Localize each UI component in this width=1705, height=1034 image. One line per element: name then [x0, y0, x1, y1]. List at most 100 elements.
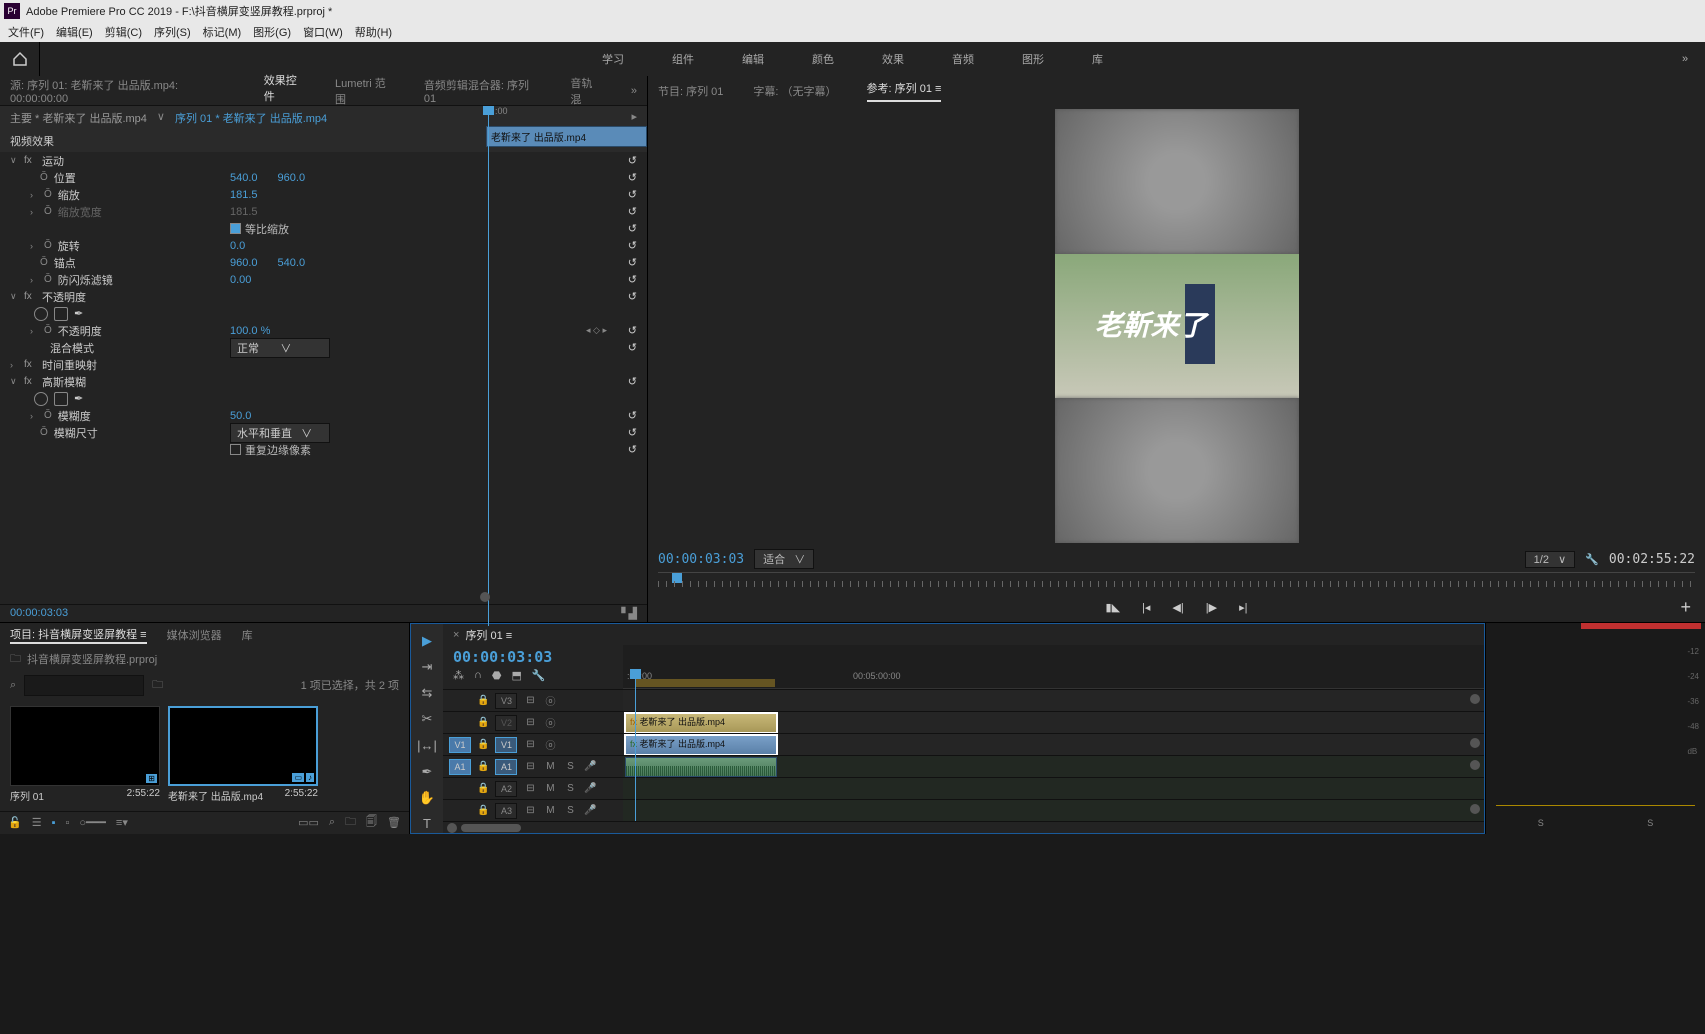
- type-tool-icon[interactable]: T: [417, 815, 437, 833]
- project-item-clip[interactable]: ▭♪ 老靳来了 出品版.mp42:55:22: [168, 706, 318, 805]
- marker-icon[interactable]: ⬣: [492, 669, 502, 689]
- position-x[interactable]: 540.0: [230, 172, 258, 184]
- reset-icon[interactable]: ↺: [628, 426, 637, 439]
- keyframe-nav[interactable]: ◂ ◇ ▸: [586, 325, 607, 336]
- trash-icon[interactable]: 🗑: [387, 816, 401, 829]
- track-a1[interactable]: [623, 755, 1484, 777]
- link-icon[interactable]: ∩: [474, 669, 482, 689]
- freeform-view-icon[interactable]: ▫: [65, 817, 69, 829]
- reset-icon[interactable]: ↺: [628, 290, 637, 303]
- track-v3[interactable]: [623, 689, 1484, 711]
- zoom-handle[interactable]: [480, 592, 490, 602]
- rw-toggle-icon[interactable]: 🔓: [8, 816, 22, 829]
- tab-libraries[interactable]: 库: [242, 627, 253, 643]
- lock-icon[interactable]: 🔒: [477, 739, 489, 750]
- stopwatch-icon[interactable]: Ŏ: [40, 257, 48, 268]
- track-header-v1[interactable]: V1🔒V1⊟ⓞ: [443, 733, 623, 755]
- lock-icon[interactable]: 🔒: [477, 717, 489, 728]
- flicker-value[interactable]: 0.00: [230, 274, 251, 286]
- src-patch-a1[interactable]: A1: [449, 759, 471, 775]
- tab-reference[interactable]: 参考: 序列 01 ≡: [867, 80, 942, 102]
- go-to-out-icon[interactable]: ▸|: [1239, 601, 1247, 614]
- icon-view-icon[interactable]: ▪: [52, 817, 56, 829]
- track-v2[interactable]: fx 老靳来了 出品版.mp4: [623, 711, 1484, 733]
- add-button-icon[interactable]: +: [1680, 597, 1691, 618]
- stopwatch-icon[interactable]: Ŏ: [44, 240, 52, 251]
- settings-icon[interactable]: 🔧: [1585, 553, 1599, 566]
- menu-graphics[interactable]: 图形(G): [253, 24, 291, 40]
- stopwatch-icon[interactable]: Ŏ: [44, 410, 52, 421]
- hand-tool-icon[interactable]: ✋: [417, 789, 437, 807]
- track-header-v3[interactable]: 🔒V3⊟ⓞ: [443, 689, 623, 711]
- ws-effects[interactable]: 效果: [878, 51, 908, 67]
- wrench-icon[interactable]: 🔧: [532, 669, 546, 689]
- play-icon[interactable]: |▶: [1206, 601, 1217, 614]
- blur-dim-select[interactable]: 水平和垂直 ∨: [230, 423, 330, 443]
- opacity-value[interactable]: 100.0 %: [230, 325, 270, 337]
- tab-project[interactable]: 项目: 抖音横屏变竖屏教程 ≡: [10, 626, 147, 644]
- mask-rect-icon[interactable]: [54, 307, 68, 321]
- mask-ellipse-icon[interactable]: [34, 307, 48, 321]
- uniform-scale-checkbox[interactable]: [230, 223, 241, 234]
- menu-sequence[interactable]: 序列(S): [154, 24, 191, 40]
- workspace-overflow[interactable]: »: [1665, 53, 1705, 65]
- lock-icon[interactable]: 🔒: [477, 761, 489, 772]
- zoom-slider[interactable]: ○━━━: [79, 816, 106, 829]
- ws-graphics[interactable]: 图形: [1018, 51, 1048, 67]
- project-item-sequence[interactable]: ⊞ 序列 012:55:22: [10, 706, 160, 805]
- blend-mode-select[interactable]: 正常 ∨: [230, 338, 330, 358]
- menu-file[interactable]: 文件(F): [8, 24, 44, 40]
- effect-gaussian-blur[interactable]: 高斯模糊: [42, 374, 86, 390]
- stopwatch-icon[interactable]: Ŏ: [44, 189, 52, 200]
- slip-tool-icon[interactable]: |↔|: [417, 737, 437, 755]
- stopwatch-icon[interactable]: Ŏ: [40, 427, 48, 438]
- effect-timecode[interactable]: 00:00:03:03: [10, 607, 68, 620]
- timeline-ruler[interactable]: :00:00 00:05:00:00: [623, 669, 1484, 689]
- timeline-timecode[interactable]: 00:00:03:03: [453, 648, 552, 666]
- reset-icon[interactable]: ↺: [628, 443, 637, 456]
- menu-marker[interactable]: 标记(M): [203, 24, 242, 40]
- reset-icon[interactable]: ↺: [628, 341, 637, 354]
- menu-window[interactable]: 窗口(W): [303, 24, 343, 40]
- tab-effect-controls[interactable]: 效果控件: [264, 72, 307, 110]
- tab-media-browser[interactable]: 媒体浏览器: [167, 627, 222, 643]
- menu-edit[interactable]: 编辑(E): [56, 24, 93, 40]
- stopwatch-icon[interactable]: Ŏ: [40, 172, 48, 183]
- clip-v1[interactable]: fx 老靳来了 出品版.mp4: [625, 735, 777, 755]
- anchor-y[interactable]: 540.0: [278, 257, 306, 269]
- effect-opacity[interactable]: 不透明度: [42, 289, 86, 305]
- ws-assembly[interactable]: 组件: [668, 51, 698, 67]
- reset-icon[interactable]: ↺: [628, 188, 637, 201]
- stopwatch-icon[interactable]: Ŏ: [44, 325, 52, 336]
- ws-color[interactable]: 颜色: [808, 51, 838, 67]
- anchor-x[interactable]: 960.0: [230, 257, 258, 269]
- voiceover-icon[interactable]: 🎤: [583, 805, 597, 816]
- reset-icon[interactable]: ↺: [628, 324, 637, 337]
- reset-icon[interactable]: ↺: [628, 171, 637, 184]
- voiceover-icon[interactable]: 🎤: [583, 783, 597, 794]
- track-header-a2[interactable]: 🔒A2⊟MS🎤: [443, 777, 623, 799]
- reset-icon[interactable]: ↺: [628, 239, 637, 252]
- lock-icon[interactable]: 🔒: [477, 695, 489, 706]
- clip-indicator[interactable]: [1581, 623, 1701, 629]
- lock-icon[interactable]: 🔒: [477, 805, 489, 816]
- close-seq-icon[interactable]: ×: [453, 629, 459, 641]
- ws-learn[interactable]: 学习: [598, 51, 628, 67]
- razor-tool-icon[interactable]: ✂: [417, 710, 437, 728]
- mask-pen-icon[interactable]: ✒: [74, 392, 88, 406]
- go-to-in-icon[interactable]: |◂: [1142, 601, 1150, 614]
- step-back-icon[interactable]: ◀|: [1172, 601, 1183, 614]
- settings-icon[interactable]: ⬒: [512, 669, 522, 689]
- program-ruler[interactable]: [658, 572, 1695, 592]
- rotation-value[interactable]: 0.0: [230, 240, 245, 252]
- reset-icon[interactable]: ↺: [628, 205, 637, 218]
- panel-options-icon[interactable]: ▝ ▟: [617, 607, 637, 620]
- track-select-tool-icon[interactable]: ⇥: [417, 658, 437, 676]
- tab-audio-track[interactable]: 音轨混: [570, 75, 602, 107]
- work-area-bar[interactable]: [635, 679, 775, 687]
- position-y[interactable]: 960.0: [278, 172, 306, 184]
- mask-pen-icon[interactable]: ✒: [74, 307, 88, 321]
- sequence-tab[interactable]: 序列 01 ≡: [465, 627, 512, 643]
- track-a2[interactable]: [623, 777, 1484, 799]
- track-v1[interactable]: fx 老靳来了 出品版.mp4: [623, 733, 1484, 755]
